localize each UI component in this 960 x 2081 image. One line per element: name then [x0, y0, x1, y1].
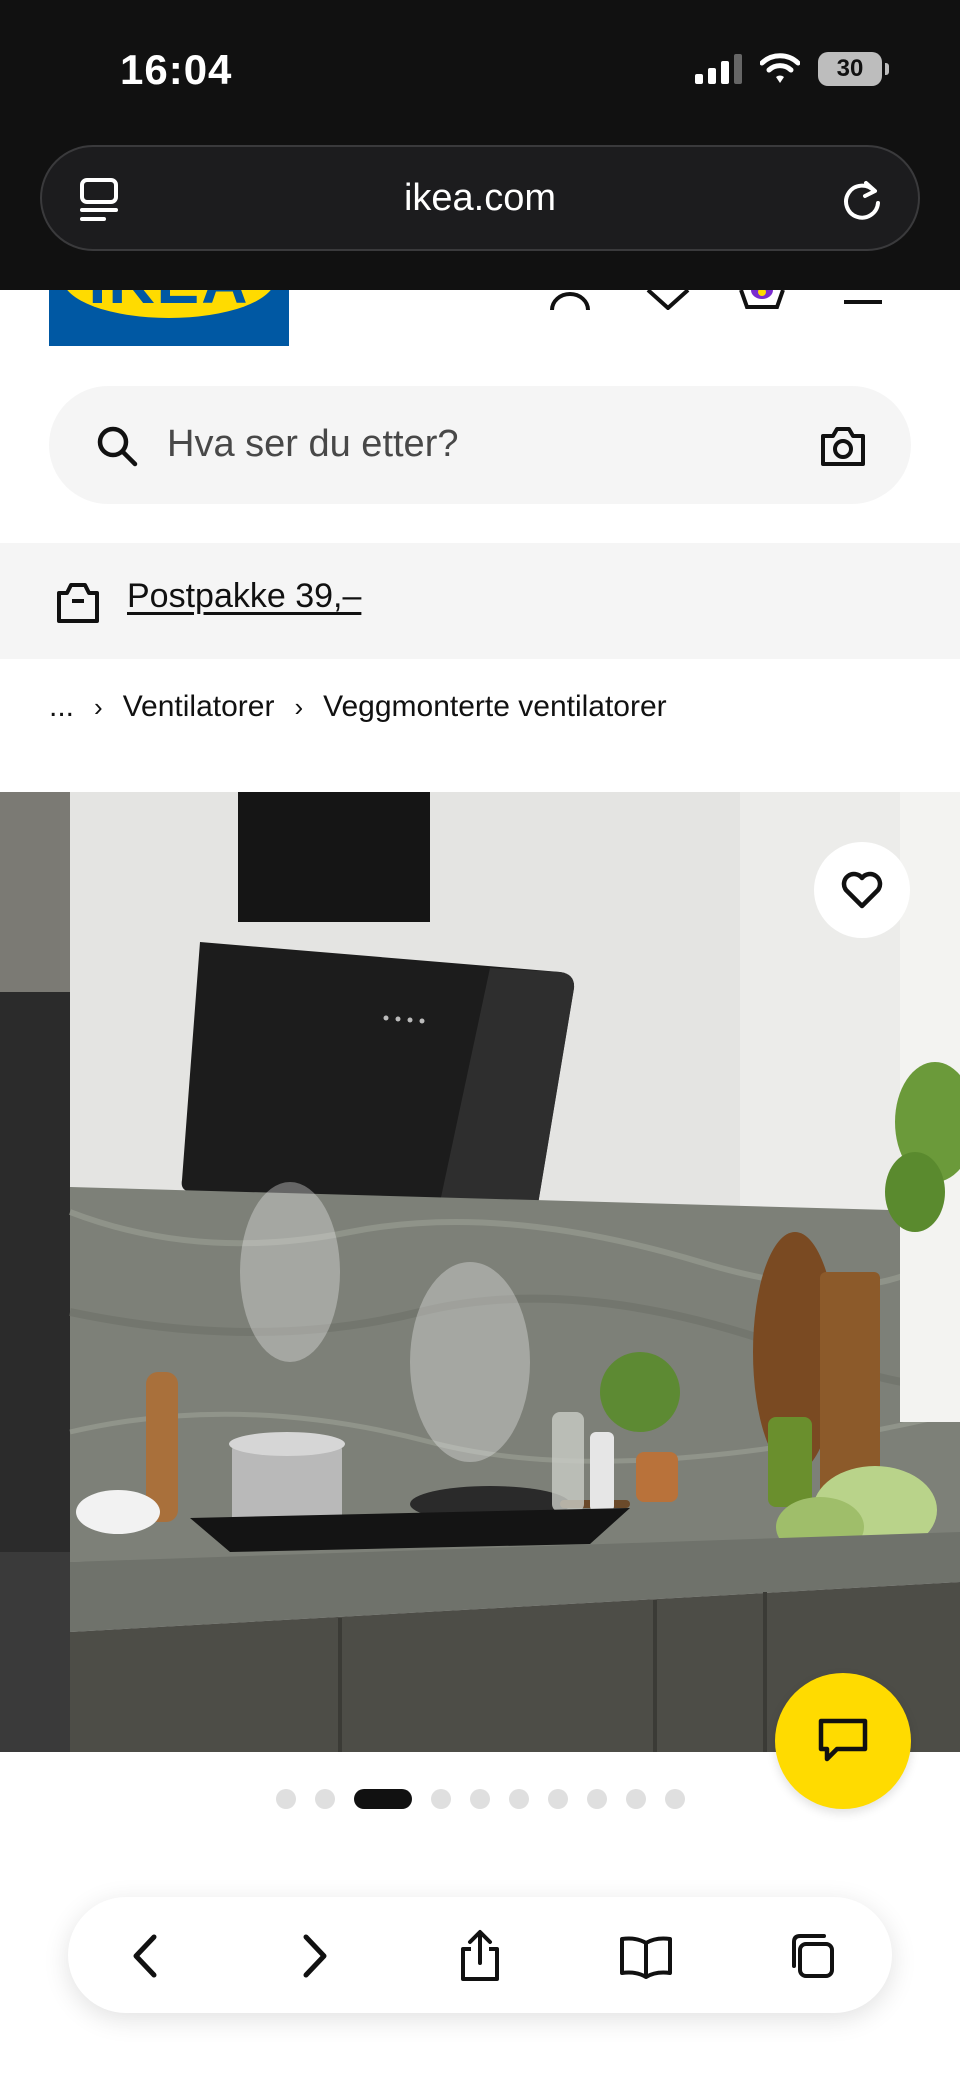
- carousel-dot[interactable]: [547, 1789, 568, 1809]
- forward-button[interactable]: [286, 1928, 342, 1984]
- kitchen-hood-photo: [0, 792, 960, 1752]
- cart-icon[interactable]: [737, 290, 787, 310]
- status-icons: 30: [695, 52, 889, 86]
- reload-icon[interactable]: [840, 177, 884, 221]
- promo-link[interactable]: Postpakke 39,–: [127, 577, 361, 616]
- wifi-icon: [760, 53, 800, 83]
- bookmarks-button[interactable]: [618, 1928, 674, 1984]
- carousel-dot[interactable]: [430, 1789, 451, 1809]
- tabs-icon: [792, 1934, 834, 1978]
- battery-level: 30: [836, 55, 864, 82]
- heart-icon: [841, 871, 883, 909]
- carousel-dot[interactable]: [586, 1789, 607, 1809]
- share-icon: [461, 1930, 499, 1981]
- carousel-dot[interactable]: [508, 1789, 529, 1809]
- breadcrumb-chevron-icon: ›: [94, 691, 103, 722]
- chat-bubble-icon: [818, 1718, 868, 1762]
- search-bar[interactable]: [49, 386, 911, 504]
- tabs-button[interactable]: [784, 1928, 840, 1984]
- url-text[interactable]: ikea.com: [42, 177, 918, 220]
- breadcrumb-chevron-icon: ›: [294, 691, 304, 722]
- breadcrumb-item-veggmonterte[interactable]: Veggmonterte ventilatorer: [323, 690, 667, 724]
- add-to-favorites-button[interactable]: [814, 842, 910, 938]
- account-icon[interactable]: [545, 290, 595, 310]
- browser-chrome: 16:04 30 ikea.com: [0, 0, 960, 290]
- back-icon: [133, 1934, 157, 1978]
- share-button[interactable]: [452, 1928, 508, 1984]
- carousel-dot[interactable]: [625, 1789, 646, 1809]
- carousel-dot[interactable]: [664, 1789, 685, 1809]
- browser-toolbar: [68, 1897, 892, 2013]
- breadcrumb-item-ventilatorer[interactable]: Ventilatorer: [123, 690, 275, 724]
- wishlist-heart-icon[interactable]: [643, 290, 693, 310]
- carousel-dot[interactable]: [314, 1789, 335, 1809]
- cellular-signal-icon: [695, 54, 742, 84]
- bookmarks-icon: [620, 1936, 672, 1979]
- search-icon: [97, 426, 138, 467]
- status-time: 16:04: [120, 46, 233, 93]
- forward-icon: [303, 1934, 327, 1978]
- carousel-dot[interactable]: [275, 1789, 296, 1809]
- back-button[interactable]: [118, 1928, 174, 1984]
- address-bar[interactable]: ikea.com: [40, 145, 920, 251]
- battery-icon: 30: [818, 52, 889, 86]
- search-input[interactable]: [167, 414, 767, 474]
- parcel-icon: [57, 583, 99, 623]
- carousel-dot[interactable]: [469, 1789, 490, 1809]
- chat-button[interactable]: [775, 1673, 911, 1809]
- camera-icon[interactable]: [819, 424, 867, 468]
- breadcrumb-ellipsis[interactable]: ...: [49, 690, 74, 724]
- site-header: IKEA: [0, 280, 960, 350]
- breadcrumb: ... › Ventilatorer › Veggmonterte ventil…: [49, 690, 667, 724]
- promo-banner: Postpakke 39,–: [0, 543, 960, 659]
- menu-icon[interactable]: [838, 290, 888, 310]
- carousel-dot[interactable]: [353, 1789, 412, 1809]
- product-image[interactable]: [0, 792, 960, 1752]
